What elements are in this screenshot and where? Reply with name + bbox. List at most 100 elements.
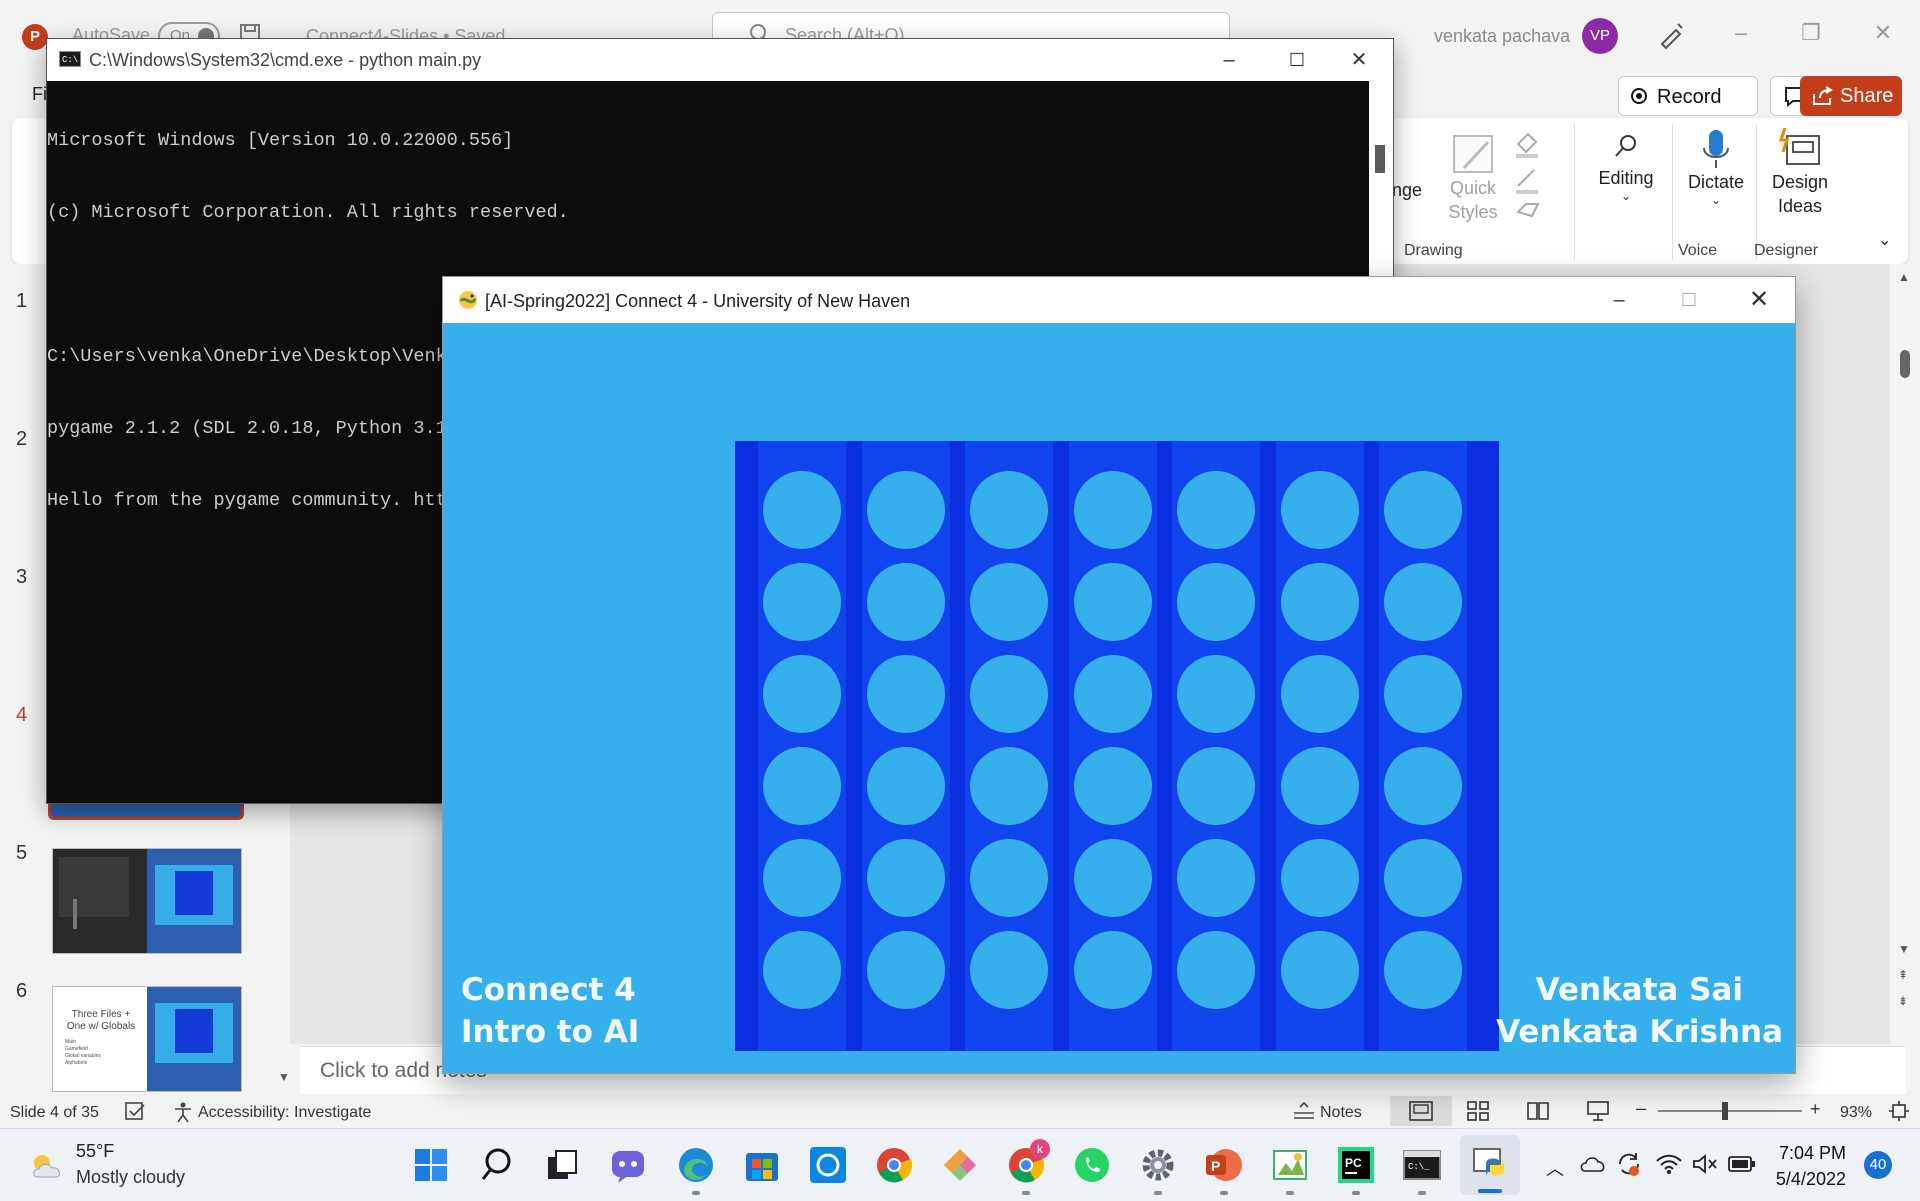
file-menu[interactable]: Fi: [32, 84, 47, 105]
drawing-group-label: Drawing: [1404, 242, 1463, 259]
zoom-out-icon[interactable]: –: [1636, 1098, 1646, 1119]
show-hidden-icons-icon[interactable]: ︿: [1546, 1155, 1564, 1181]
volume-muted-icon[interactable]: [1692, 1153, 1718, 1175]
designer-group-label: Designer: [1754, 242, 1819, 259]
zoom-in-icon[interactable]: +: [1810, 1099, 1821, 1120]
board-slot: [970, 747, 1048, 825]
board-slot: [1073, 931, 1152, 1009]
dictate-button[interactable]: Dictate ⌄: [1676, 128, 1756, 207]
ribbon-expand-icon[interactable]: ⌄: [1878, 230, 1891, 250]
chrome-profile-badge: k: [1030, 1139, 1050, 1159]
record-button[interactable]: Record: [1618, 76, 1758, 116]
pygame-taskbar-icon[interactable]: [1270, 1145, 1310, 1185]
chrome-profile-icon[interactable]: k: [1006, 1139, 1050, 1185]
app-icon-blue[interactable]: [808, 1145, 848, 1185]
cmd-app-icon: C:\: [59, 51, 81, 67]
quick-styles-button[interactable]: Quick Styles: [1438, 130, 1508, 224]
whatsapp-icon[interactable]: [1072, 1145, 1112, 1185]
zoom-slider[interactable]: [1658, 1102, 1802, 1120]
voice-group-label: Voice: [1678, 242, 1718, 259]
weather-icon[interactable]: [28, 1151, 68, 1181]
slide-number: 5: [16, 842, 28, 864]
board-slot: [1384, 471, 1462, 549]
normal-view-button[interactable]: [1390, 1096, 1452, 1126]
terminal-taskbar-icon[interactable]: C:\_: [1402, 1145, 1442, 1185]
share-button[interactable]: Share: [1800, 76, 1902, 116]
svg-text:C:\_: C:\_: [1408, 1162, 1430, 1172]
game-canvas[interactable]: Connect 4 Intro to AI Venkata Sai Venkat…: [443, 323, 1795, 1073]
cmd-close-button[interactable]: ✕: [1325, 39, 1393, 81]
slide-number: 3: [16, 566, 28, 588]
thumbs-scroll-down-icon[interactable]: ▼: [278, 1070, 290, 1084]
chrome-icon[interactable]: [874, 1145, 914, 1185]
clock-time[interactable]: 7:04 PM: [1756, 1143, 1846, 1164]
console-line: (c) Microsoft Corporation. All rights re…: [47, 202, 569, 223]
game-minimize-button[interactable]: –: [1585, 279, 1653, 321]
notes-icon: [1292, 1101, 1316, 1121]
game-maximize-button[interactable]: ☐: [1655, 279, 1723, 321]
settings-gear-icon[interactable]: [1138, 1145, 1178, 1185]
slideshow-icon[interactable]: [1586, 1100, 1610, 1122]
board-slot: [763, 839, 841, 917]
zoom-level[interactable]: 93%: [1840, 1104, 1872, 1122]
connect4-board[interactable]: [735, 441, 1499, 1051]
board-slot: [866, 747, 945, 825]
taskbar: 55°F Mostly cloudy k P PC C:\_ ︿ 7:04 PM…: [0, 1128, 1920, 1201]
python-taskbar-button[interactable]: [1460, 1135, 1520, 1195]
spell-check-icon[interactable]: [124, 1101, 146, 1123]
onedrive-icon[interactable]: [1580, 1153, 1606, 1173]
powerpoint-taskbar-icon[interactable]: P: [1204, 1145, 1244, 1185]
slide-thumbnail-5[interactable]: [52, 848, 242, 954]
game-close-button[interactable]: ✕: [1725, 279, 1793, 321]
arrange-button[interactable]: nge: [1392, 180, 1422, 201]
task-view-icon[interactable]: [542, 1145, 582, 1185]
pen-icon[interactable]: [1656, 20, 1686, 50]
board-slot: [1280, 839, 1359, 917]
slide-indicator: Slide 4 of 35: [10, 1104, 99, 1121]
app-icon-diamond[interactable]: [940, 1145, 980, 1185]
notification-badge[interactable]: 40: [1864, 1151, 1892, 1179]
board-slot: [970, 931, 1048, 1009]
board-slot: [866, 839, 945, 917]
accessibility-status[interactable]: Accessibility: Investigate: [198, 1104, 371, 1122]
editor-scrollbar[interactable]: ▲ ▼ ⇞ ⇟: [1890, 264, 1920, 1044]
avatar[interactable]: VP: [1582, 18, 1618, 54]
ppt-close-icon[interactable]: ✕: [1868, 20, 1898, 50]
start-icon[interactable]: [411, 1145, 451, 1185]
board-slot: [1177, 747, 1255, 825]
cmd-title-bar[interactable]: C:\ C:\Windows\System32\cmd.exe - python…: [47, 39, 1393, 81]
teams-chat-icon[interactable]: [608, 1145, 648, 1185]
board-slot: [763, 471, 841, 549]
notes-button[interactable]: Notes: [1320, 1104, 1362, 1122]
fit-to-window-icon[interactable]: [1888, 1100, 1910, 1122]
cmd-maximize-button[interactable]: ☐: [1263, 39, 1331, 81]
weather-desc[interactable]: Mostly cloudy: [76, 1167, 185, 1188]
shape-fill-button[interactable]: [1512, 126, 1552, 226]
reading-view-icon[interactable]: [1526, 1100, 1550, 1122]
slide-thumbnail-6[interactable]: Three Files + One w/ Globals Main Gamefi…: [52, 986, 242, 1092]
console-line: Microsoft Windows [Version 10.0.22000.55…: [47, 130, 514, 151]
slide-sorter-icon[interactable]: [1466, 1100, 1490, 1122]
zoom-slider-handle[interactable]: [1722, 1102, 1728, 1120]
game-title: [AI-Spring2022] Connect 4 - University o…: [485, 291, 911, 311]
design-ideas-button[interactable]: Design Ideas: [1760, 126, 1840, 218]
cmd-minimize-button[interactable]: –: [1195, 39, 1263, 81]
pycharm-icon[interactable]: PC: [1336, 1145, 1376, 1185]
board-slot: [1384, 655, 1462, 733]
edge-icon[interactable]: [676, 1145, 716, 1185]
game-title-bar[interactable]: [AI-Spring2022] Connect 4 - University o…: [443, 277, 1795, 323]
editing-button[interactable]: Editing ⌄: [1586, 132, 1666, 203]
wifi-icon[interactable]: [1656, 1153, 1682, 1175]
board-slot: [866, 655, 945, 733]
ppt-minimize-icon[interactable]: –: [1726, 20, 1756, 50]
search-taskbar-icon[interactable]: [478, 1145, 518, 1185]
ppt-restore-icon[interactable]: ❐: [1796, 20, 1826, 50]
store-icon[interactable]: [742, 1145, 782, 1185]
clock-date[interactable]: 5/4/2022: [1756, 1169, 1846, 1190]
accessibility-icon[interactable]: [172, 1101, 194, 1123]
weather-temp[interactable]: 55°F: [76, 1141, 114, 1162]
cmd-scrollbar-thumb[interactable]: [1375, 145, 1385, 173]
sync-icon[interactable]: [1616, 1151, 1642, 1177]
battery-icon[interactable]: [1728, 1155, 1756, 1173]
board-slot: [866, 563, 945, 641]
